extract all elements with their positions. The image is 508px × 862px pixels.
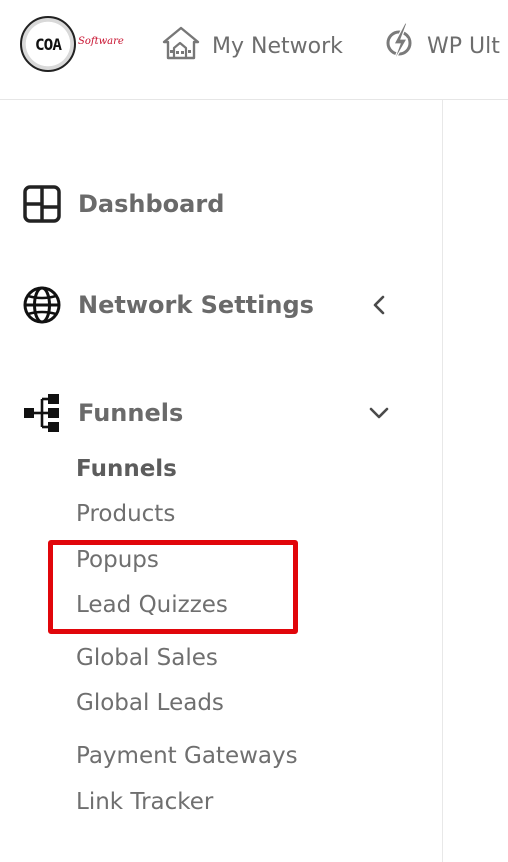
submenu-item-global-sales[interactable]: Global Sales [76, 639, 218, 677]
globe-icon [20, 283, 64, 327]
lightning-bolt-icon [383, 21, 415, 71]
submenu-item-global-leads[interactable]: Global Leads [76, 684, 224, 722]
submenu-item-lead-quizzes[interactable]: Lead Quizzes [76, 586, 228, 624]
chevron-down-icon[interactable] [363, 397, 395, 429]
submenu-item-payment-gateways[interactable]: Payment Gateways [76, 737, 298, 775]
dashboard-grid-icon [20, 182, 64, 226]
topnav-wp-ult[interactable]: WP Ult [383, 21, 500, 71]
topnav-my-network-label: My Network [212, 33, 343, 59]
submenu-item-popups[interactable]: Popups [76, 541, 159, 579]
logo-badge: COA [20, 16, 76, 72]
sidebar-item-funnels[interactable]: Funnels [20, 389, 415, 437]
chevron-left-icon[interactable] [363, 289, 395, 321]
top-bar: COA Software My Network WP Ult [0, 0, 508, 100]
topnav-wp-ult-label: WP Ult [427, 33, 500, 59]
sidebar-item-label: Funnels [78, 399, 184, 427]
sidebar: Dashboard Network Settings Funnels Funne… [0, 100, 443, 862]
submenu-item-products[interactable]: Products [76, 495, 175, 533]
submenu-item-link-tracker[interactable]: Link Tracker [76, 783, 213, 821]
logo-subtext: Software [78, 36, 124, 47]
submenu-item-funnels[interactable]: Funnels [76, 450, 177, 488]
logo-text: COA [35, 34, 62, 54]
topnav-my-network[interactable]: My Network [162, 24, 343, 68]
sitemap-icon [20, 391, 64, 435]
logo[interactable]: COA Software [20, 16, 124, 74]
sidebar-item-label: Dashboard [78, 190, 225, 218]
sidebar-item-label: Network Settings [78, 291, 314, 319]
sidebar-item-dashboard[interactable]: Dashboard [20, 180, 415, 228]
houses-icon [162, 26, 200, 66]
sidebar-item-network-settings[interactable]: Network Settings [20, 281, 415, 329]
